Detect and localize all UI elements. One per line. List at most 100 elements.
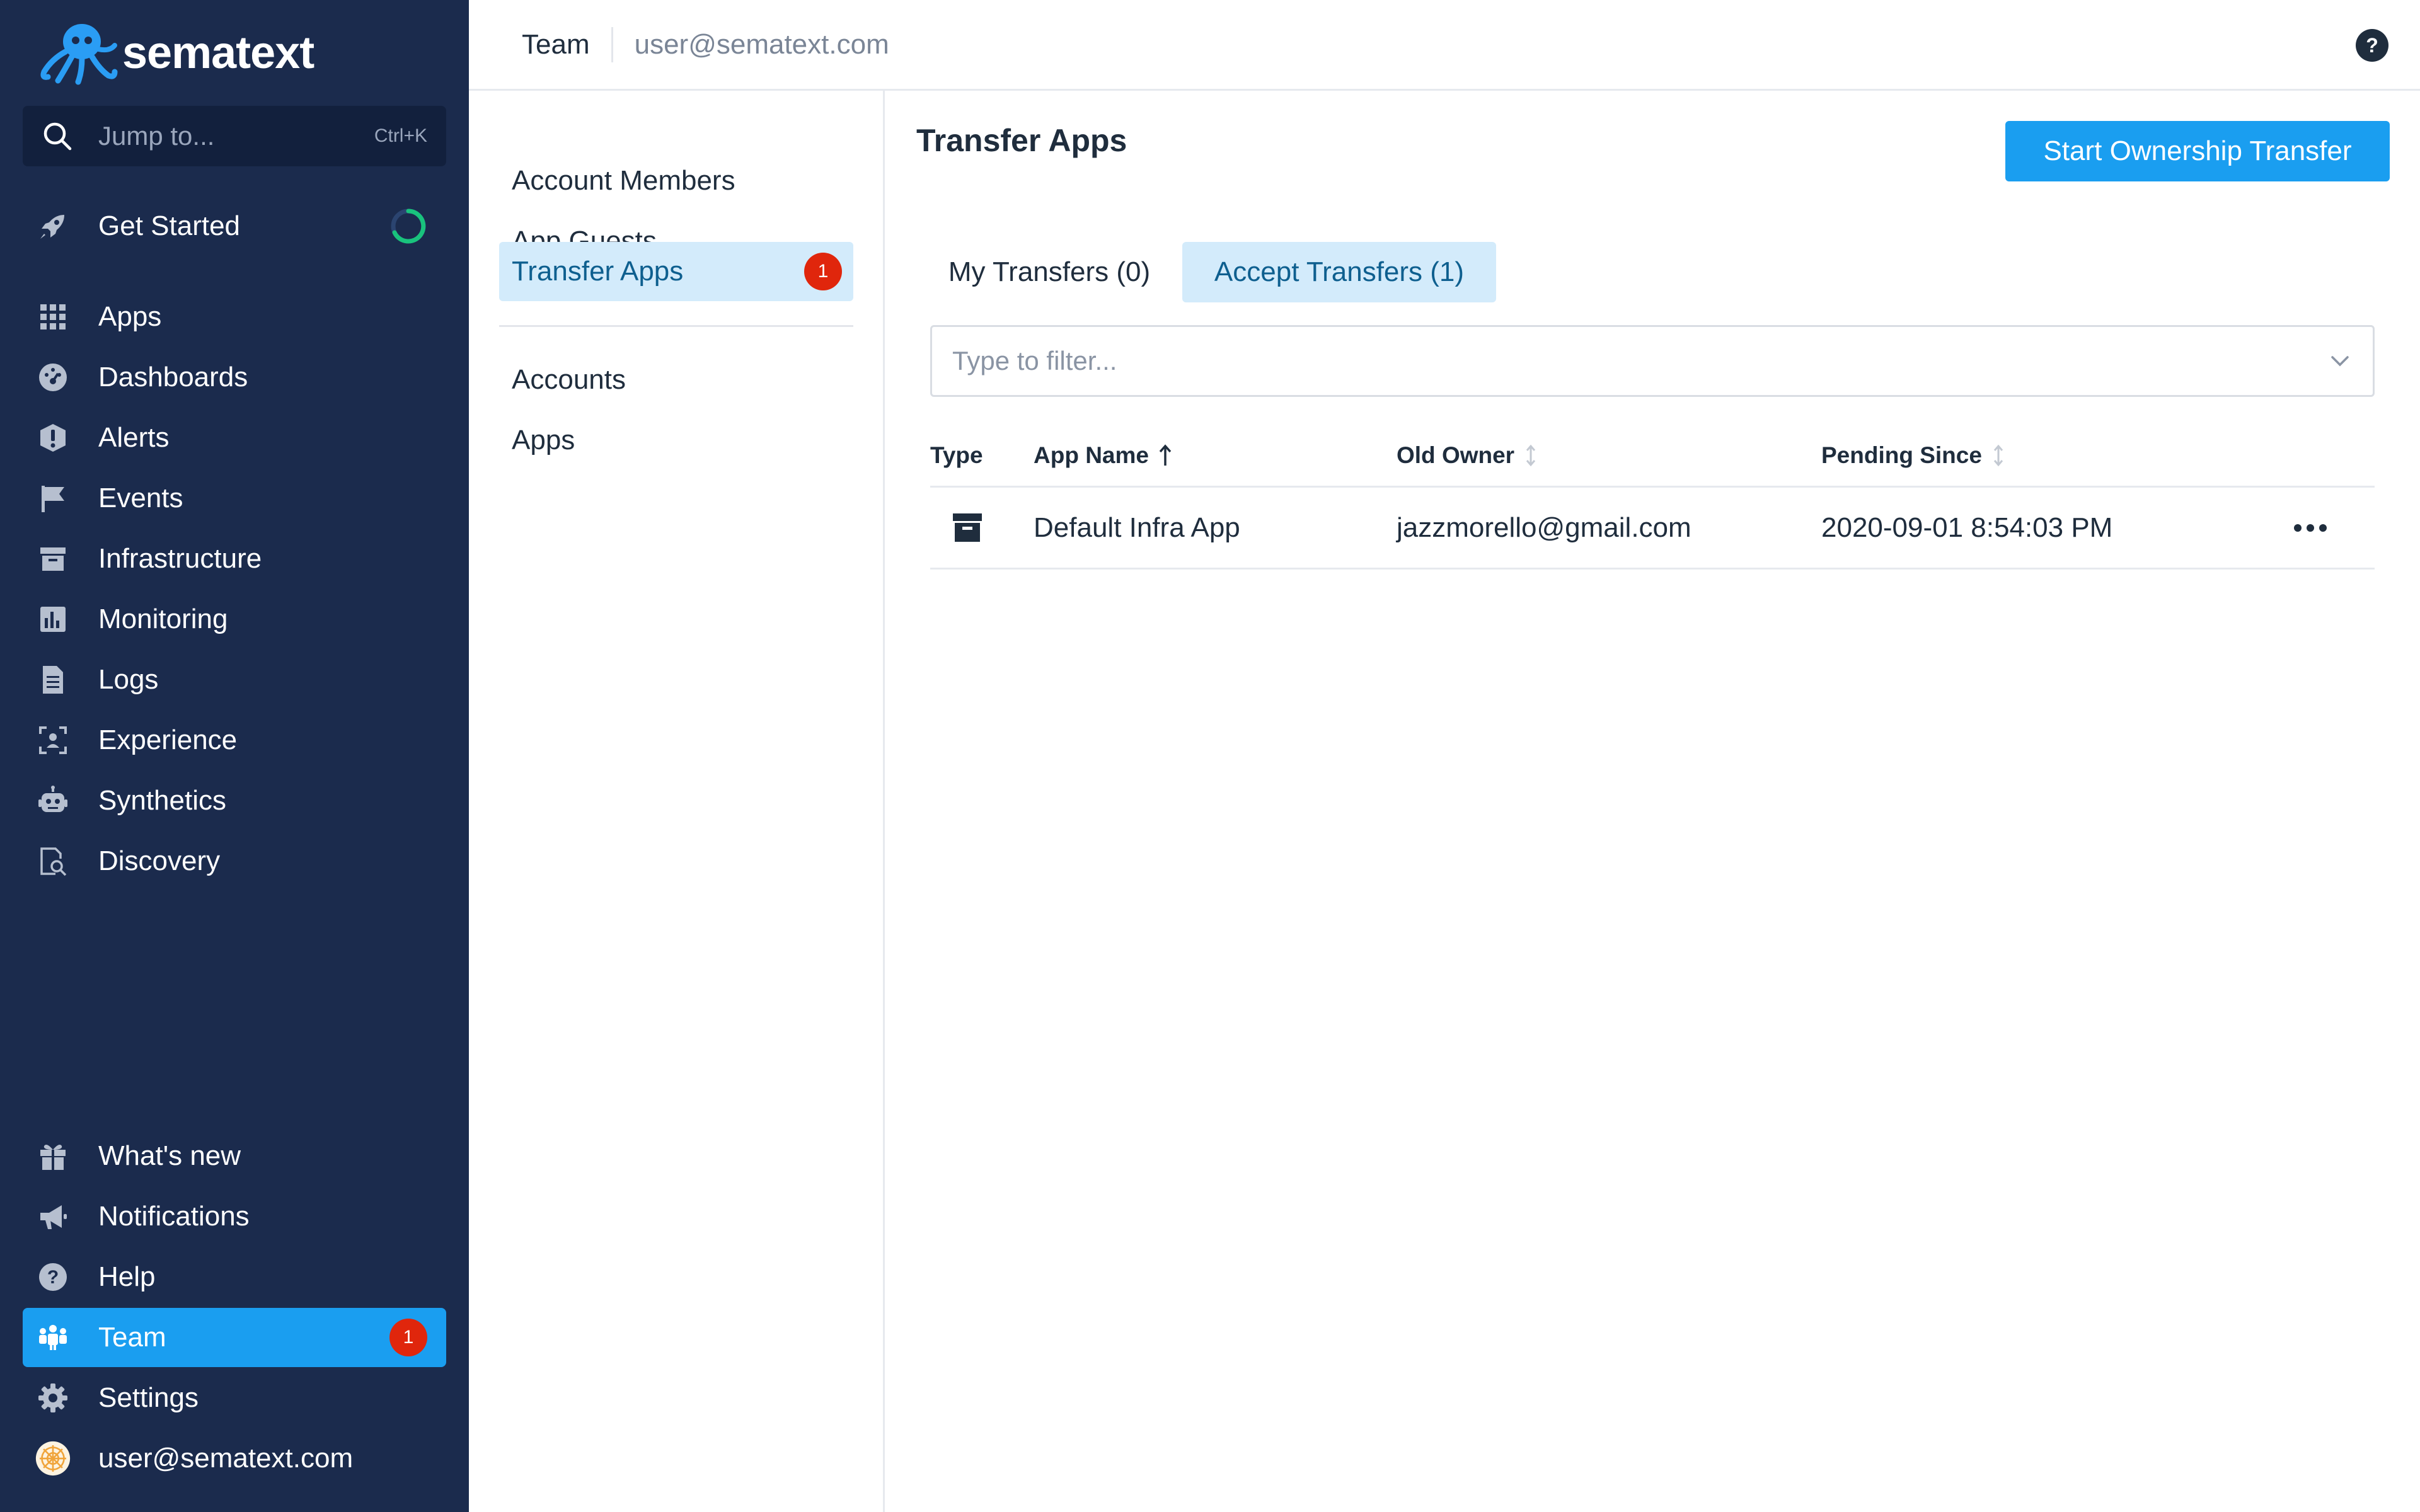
sidebar-item-label: Discovery <box>98 845 221 876</box>
filter-select[interactable] <box>930 325 2375 397</box>
subnav-item-account-members[interactable]: Account Members <box>499 151 853 210</box>
subnav-item-apps[interactable]: Apps <box>499 411 853 470</box>
main-content: Transfer Apps Start Ownership Transfer M… <box>885 91 2420 1512</box>
column-header-label: Type <box>930 442 983 468</box>
sidebar-item-settings[interactable]: Settings <box>23 1368 446 1428</box>
archive-icon <box>35 541 71 576</box>
sidebar-item-apps[interactable]: Apps <box>23 287 446 346</box>
subnav-item-label: Account Members <box>512 165 735 196</box>
sidebar-item-synthetics[interactable]: Synthetics <box>23 771 446 830</box>
sidebar-item-label: Logs <box>98 664 159 695</box>
sidebar-item-label: Get Started <box>98 210 241 241</box>
svg-text:?: ? <box>2366 34 2378 57</box>
sidebar-item-label: Events <box>98 483 183 513</box>
team-notification-badge: 1 <box>389 1319 427 1356</box>
sidebar-item-user[interactable]: user@sematext.com <box>23 1429 446 1488</box>
sidebar-item-events[interactable]: Events <box>23 469 446 528</box>
rocket-icon <box>35 209 71 244</box>
document-search-icon <box>35 844 71 879</box>
column-header-old-owner[interactable]: Old Owner <box>1397 425 1819 486</box>
sidebar-item-alerts[interactable]: Alerts <box>23 408 446 467</box>
breadcrumb-title[interactable]: Team <box>522 29 590 60</box>
user-focus-icon <box>35 723 71 758</box>
subnav-item-label: Apps <box>512 425 575 455</box>
column-header-pending-since[interactable]: Pending Since <box>1821 425 2262 486</box>
sidebar-item-label: Dashboards <box>98 362 248 392</box>
sidebar-item-label: Experience <box>98 724 238 755</box>
sidebar-item-whats-new[interactable]: What's new <box>23 1126 446 1186</box>
sidebar-item-label: Infrastructure <box>98 543 262 574</box>
team-icon <box>35 1320 71 1355</box>
robot-icon <box>35 783 71 818</box>
sidebar-item-label: What's new <box>98 1140 241 1171</box>
sidebar-item-discovery[interactable]: Discovery <box>23 832 446 891</box>
sidebar-item-monitoring[interactable]: Monitoring <box>23 590 446 649</box>
sidebar: sematext Jump to... Ctrl+K Get Started A… <box>0 0 469 1512</box>
progress-ring-icon <box>391 209 426 244</box>
table-row[interactable]: Default Infra App jazzmorello@gmail.com … <box>930 488 2375 570</box>
help-icon: ? <box>35 1259 71 1295</box>
sidebar-item-label: Team <box>98 1322 166 1353</box>
column-header-label: Old Owner <box>1397 442 1515 468</box>
top-header: Team user@sematext.com ? <box>469 0 2420 91</box>
sort-ascending-icon[interactable] <box>1158 443 1173 468</box>
more-dots-icon[interactable] <box>2291 520 2329 536</box>
subnav-item-transfer-apps[interactable]: Transfer Apps 1 <box>499 242 853 301</box>
jump-to-shortcut: Ctrl+K <box>374 125 427 146</box>
sidebar-item-logs[interactable]: Logs <box>23 650 446 709</box>
sidebar-item-team[interactable]: Team 1 <box>23 1308 446 1367</box>
sidebar-item-get-started[interactable]: Get Started <box>23 197 446 256</box>
page-title: Transfer Apps <box>916 123 1127 158</box>
megaphone-icon <box>35 1199 71 1234</box>
grid-icon <box>35 299 71 335</box>
sidebar-item-label: user@sematext.com <box>98 1443 354 1474</box>
start-ownership-transfer-button[interactable]: Start Ownership Transfer <box>2005 121 2390 181</box>
sidebar-item-notifications[interactable]: Notifications <box>23 1187 446 1246</box>
row-actions-menu[interactable] <box>2279 488 2342 568</box>
sort-icon[interactable] <box>1991 443 2006 468</box>
header-divider <box>611 26 613 62</box>
column-header-label: App Name <box>1034 442 1149 468</box>
filter-input[interactable] <box>952 346 2327 376</box>
archive-icon <box>953 513 982 542</box>
column-header-type: Type <box>930 425 1031 486</box>
sidebar-item-label: Monitoring <box>98 604 228 634</box>
search-icon <box>43 122 72 151</box>
sidebar-item-label: Help <box>98 1261 156 1292</box>
svg-text:?: ? <box>47 1267 59 1288</box>
subnav-item-label: Accounts <box>512 364 626 395</box>
logo[interactable]: sematext <box>37 20 314 86</box>
subnav-item-label: Transfer Apps <box>512 256 684 287</box>
jump-to-label: Jump to... <box>98 121 215 151</box>
row-type-cell <box>930 488 1031 568</box>
sidebar-item-label: Synthetics <box>98 785 226 816</box>
sidebar-item-label: Settings <box>98 1382 199 1413</box>
table-header: Type App Name Old Owner Pending Since <box>930 425 2375 488</box>
subnav-divider <box>499 325 853 327</box>
subnav-item-accounts[interactable]: Accounts <box>499 350 853 410</box>
header-user-email: user@sematext.com <box>634 28 889 60</box>
avatar <box>35 1441 71 1476</box>
row-pending-since: 2020-09-01 8:54:03 PM <box>1821 512 2113 543</box>
tab-my-transfers[interactable]: My Transfers (0) <box>916 242 1182 302</box>
jump-to-search[interactable]: Jump to... Ctrl+K <box>23 106 446 166</box>
bar-chart-icon <box>35 602 71 637</box>
octopus-logo-icon <box>40 24 118 85</box>
column-header-app-name[interactable]: App Name <box>1034 425 1393 486</box>
dashboard-icon <box>35 360 71 395</box>
row-app-name: Default Infra App <box>1034 512 1240 543</box>
sidebar-item-dashboards[interactable]: Dashboards <box>23 348 446 407</box>
transfer-apps-badge: 1 <box>804 253 842 290</box>
gift-icon <box>35 1138 71 1174</box>
sort-icon[interactable] <box>1523 443 1538 468</box>
team-subnav: Account Members App Guests Transfer Apps… <box>469 91 885 1512</box>
alert-icon <box>35 420 71 455</box>
column-header-label: Pending Since <box>1821 442 1982 468</box>
sidebar-item-experience[interactable]: Experience <box>23 711 446 770</box>
document-icon <box>35 662 71 697</box>
help-circle-icon[interactable]: ? <box>2354 28 2390 63</box>
chevron-down-icon[interactable] <box>2327 348 2353 374</box>
tab-accept-transfers[interactable]: Accept Transfers (1) <box>1182 242 1496 302</box>
sidebar-item-help[interactable]: ? Help <box>23 1247 446 1307</box>
sidebar-item-infrastructure[interactable]: Infrastructure <box>23 529 446 588</box>
